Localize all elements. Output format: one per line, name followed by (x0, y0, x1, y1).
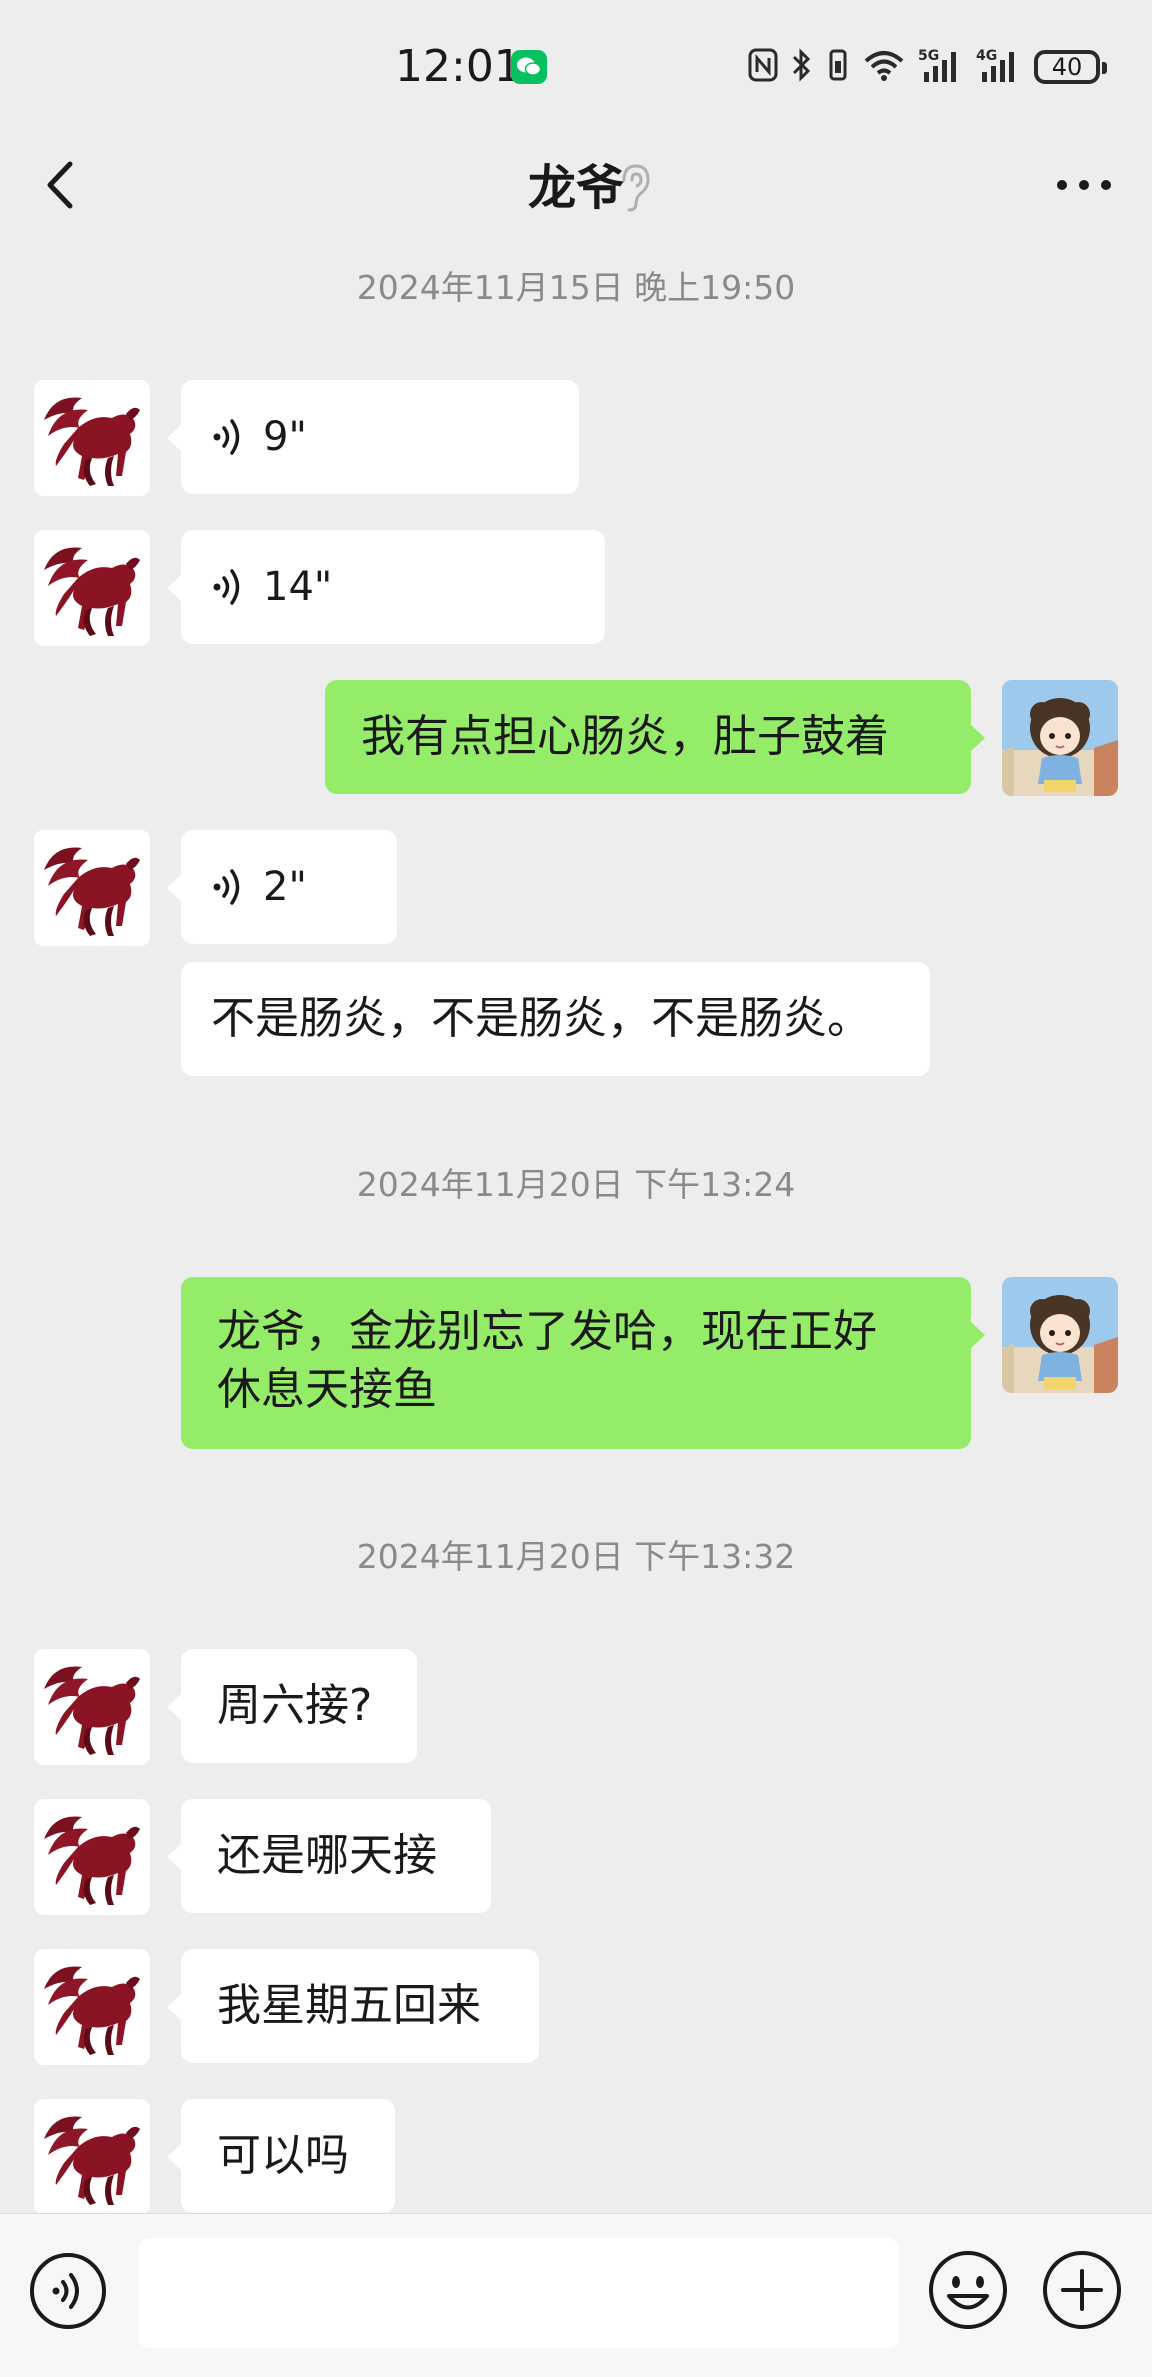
ear-icon (614, 162, 654, 212)
voice-message[interactable]: 2" (167, 830, 397, 944)
wechat-icon (511, 50, 547, 84)
more-functions-button[interactable] (1041, 2249, 1123, 2331)
chat-title: 龙爷 (527, 160, 624, 216)
voice-input-icon (30, 2253, 106, 2329)
text-message[interactable]: 还是哪天接 (167, 1799, 491, 1913)
text-message[interactable]: 我有点担心肠炎，肚子鼓着 (325, 680, 985, 794)
5g-signal-icon: 5G (918, 46, 964, 88)
text-message[interactable]: 可以吗 (167, 2099, 395, 2213)
message-line: 龙爷，金龙别忘了发哈，现在正好 (217, 1306, 877, 1357)
my-avatar[interactable] (1002, 1277, 1118, 1393)
message-timestamp: 2024年11月15日 晚上19:50 (356, 268, 796, 307)
nfc-icon (748, 48, 778, 86)
chat-header: 龙爷 (0, 120, 1152, 260)
message-input[interactable] (139, 2238, 899, 2348)
contact-avatar[interactable] (34, 1649, 150, 1765)
bluetooth-icon (790, 47, 814, 87)
message-timestamp: 2024年11月20日 下午13:24 (356, 1165, 796, 1204)
voice-wave-icon (213, 569, 240, 605)
contact-avatar[interactable] (34, 1949, 150, 2065)
contact-avatar[interactable] (34, 2099, 150, 2215)
emoji-icon (929, 2251, 1007, 2329)
voice-wave-icon (213, 869, 240, 905)
message-timestamp: 2024年11月20日 下午13:32 (356, 1537, 796, 1576)
plus-icon (1043, 2251, 1121, 2329)
battery-icon: 40 (1034, 50, 1107, 84)
status-time: 12:01 (395, 41, 522, 92)
4g-signal-icon: 4G (976, 46, 1022, 88)
contact-avatar[interactable] (34, 530, 150, 646)
my-avatar[interactable] (1002, 680, 1118, 796)
more-button[interactable] (1044, 150, 1124, 220)
contact-avatar[interactable] (34, 1799, 150, 1915)
svg-text:5G: 5G (918, 48, 939, 64)
message-line: 休息天接鱼 (217, 1364, 437, 1415)
voice-message[interactable]: 9" (167, 380, 579, 494)
contact-avatar[interactable] (34, 830, 150, 946)
voice-wave-icon (213, 419, 240, 455)
status-bar: 12:01 5G 4G 40 (0, 0, 1152, 120)
system-icons: 5G 4G 40 (748, 42, 1107, 92)
voice-duration: 2" (263, 864, 307, 910)
svg-text:4G: 4G (976, 48, 997, 64)
emoji-button[interactable] (927, 2249, 1009, 2331)
text-message[interactable]: 我星期五回来 (167, 1949, 539, 2063)
text-message[interactable]: 不是肠炎，不是肠炎，不是肠炎。 (181, 962, 930, 1076)
voice-duration: 9" (263, 414, 307, 460)
contact-avatar[interactable] (34, 380, 150, 496)
vibrate-icon (826, 47, 850, 87)
text-message[interactable]: 龙爷，金龙别忘了发哈，现在正好 休息天接鱼 (181, 1277, 985, 1449)
text-message[interactable]: 周六接? (167, 1649, 417, 1763)
more-icon (1057, 180, 1111, 190)
voice-message[interactable]: 14" (167, 530, 605, 644)
wifi-icon (862, 47, 906, 87)
voice-input-button[interactable] (28, 2251, 108, 2331)
input-bar (0, 2213, 1152, 2377)
voice-duration: 14" (263, 564, 333, 610)
